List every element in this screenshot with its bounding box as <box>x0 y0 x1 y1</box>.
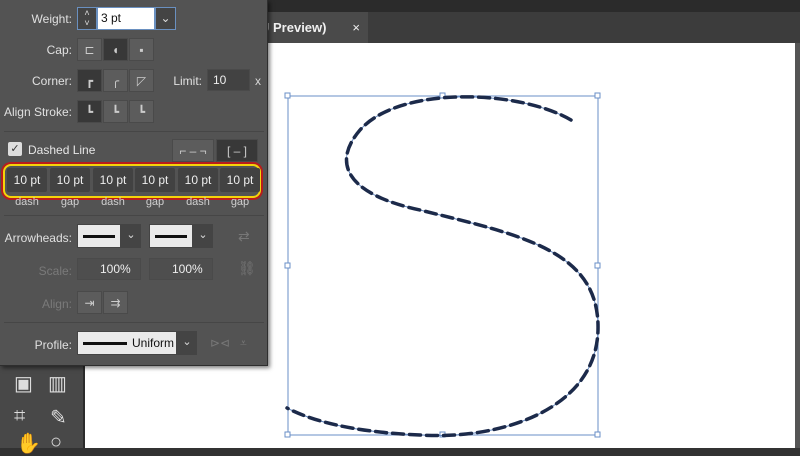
end-arrowhead-dropdown[interactable]: ⌄ <box>193 224 213 248</box>
weight-label: Weight: <box>31 12 72 26</box>
end-arrowhead-select[interactable] <box>149 224 193 248</box>
align-label: Align: <box>41 297 72 311</box>
profile-dropdown[interactable]: ⌄ <box>177 331 197 355</box>
start-arrowhead-dropdown[interactable]: ⌄ <box>121 224 141 248</box>
dash-2-input[interactable]: 10 pt <box>93 168 133 192</box>
align-center-button[interactable]: ┗ <box>77 100 102 123</box>
path-outline <box>286 96 599 437</box>
dashed-line-checkbox[interactable]: ✓ <box>8 142 22 156</box>
weight-stepper[interactable]: ˄ ˅ <box>77 7 97 30</box>
start-scale-input[interactable]: 100% <box>77 258 141 280</box>
tab-title: U Preview) <box>260 20 327 35</box>
bounding-box-handles[interactable] <box>284 92 601 438</box>
butt-cap-button[interactable]: ⊏ <box>77 38 102 61</box>
gap-3-label: gap <box>230 196 250 208</box>
dash-2-label: dash <box>101 196 125 208</box>
gap-1-input[interactable]: 10 pt <box>50 168 90 192</box>
profile-select[interactable]: Uniform <box>77 331 177 355</box>
dashed-stroke <box>285 95 600 438</box>
preserve-dash-button[interactable]: ⌐ ‒ ¬ <box>172 139 214 162</box>
hand-tool-icon[interactable]: ✋ <box>16 431 41 456</box>
profile-value: Uniform <box>132 336 175 350</box>
bevel-join-button[interactable]: ◸ <box>129 69 154 92</box>
tools-panel: ▣ ▥ ⌗ ✎ ✋ ○ <box>0 365 85 455</box>
arrow-place-button[interactable]: ⇉ <box>103 291 128 314</box>
arrow-extend-button[interactable]: ⇥ <box>77 291 102 314</box>
scale-label: Scale: <box>38 264 72 278</box>
miter-join-button[interactable]: ┏ <box>77 69 102 92</box>
round-cap-button[interactable]: ◖ <box>103 38 128 61</box>
graph-tool-icon[interactable]: ▥ <box>48 371 67 396</box>
dash-3-input[interactable]: 10 pt <box>178 168 218 192</box>
dash-1-input[interactable]: 10 pt <box>7 168 47 192</box>
corner-label: Corner: <box>31 74 72 88</box>
selection-bounding-box <box>287 95 599 436</box>
end-scale-input[interactable]: 100% <box>149 258 213 280</box>
limit-suffix: x <box>255 74 261 88</box>
limit-input[interactable]: 10 <box>207 69 250 91</box>
close-tab-icon[interactable]: × <box>352 12 360 43</box>
symbol-sprayer-tool-icon[interactable]: ▣ <box>14 371 33 396</box>
profile-label: Profile: <box>34 338 72 352</box>
zoom-tool-icon[interactable]: ○ <box>50 431 62 454</box>
divider <box>4 322 264 323</box>
dashed-line-label: Dashed Line <box>28 143 96 157</box>
divider <box>4 131 264 132</box>
scrollbar[interactable] <box>795 43 800 448</box>
round-join-button[interactable]: ╭ <box>103 69 128 92</box>
flip-along-icon[interactable]: ⊳⊲ <box>210 336 230 350</box>
dash-3-label: dash <box>186 196 210 208</box>
swap-arrowheads-icon[interactable]: ⇄ <box>238 228 250 245</box>
artboard-tool-icon[interactable]: ⌗ <box>14 405 25 428</box>
arrowheads-label: Arrowheads: <box>4 231 72 245</box>
link-scale-icon[interactable]: ⛓ <box>238 260 256 277</box>
weight-dropdown[interactable]: ⌄ <box>155 7 176 30</box>
align-dash-corners-button[interactable]: [ ‒ ] <box>216 139 258 162</box>
align-outside-button[interactable]: ┗ <box>129 100 154 123</box>
weight-input[interactable]: 3 pt <box>97 7 155 30</box>
divider <box>4 215 264 216</box>
projecting-cap-button[interactable]: ▪ <box>129 38 154 61</box>
dash-1-label: dash <box>15 196 39 208</box>
gap-2-label: gap <box>145 196 165 208</box>
cap-label: Cap: <box>46 43 72 57</box>
align-stroke-label: Align Stroke: <box>3 105 72 119</box>
gap-3-input[interactable]: 10 pt <box>220 168 260 192</box>
flip-across-icon[interactable]: ⩡ <box>240 336 247 351</box>
eyedropper-tool-icon[interactable]: ✎ <box>50 405 67 430</box>
start-arrowhead-select[interactable] <box>77 224 121 248</box>
align-inside-button[interactable]: ┗ <box>103 100 128 123</box>
gap-2-input[interactable]: 10 pt <box>135 168 175 192</box>
stroke-panel: Weight: ˄ ˅ 3 pt ⌄ Cap: ⊏ ◖ ▪ Corner: ┏ ╭… <box>0 0 268 366</box>
limit-label: Limit: <box>173 74 202 88</box>
gap-1-label: gap <box>60 196 80 208</box>
